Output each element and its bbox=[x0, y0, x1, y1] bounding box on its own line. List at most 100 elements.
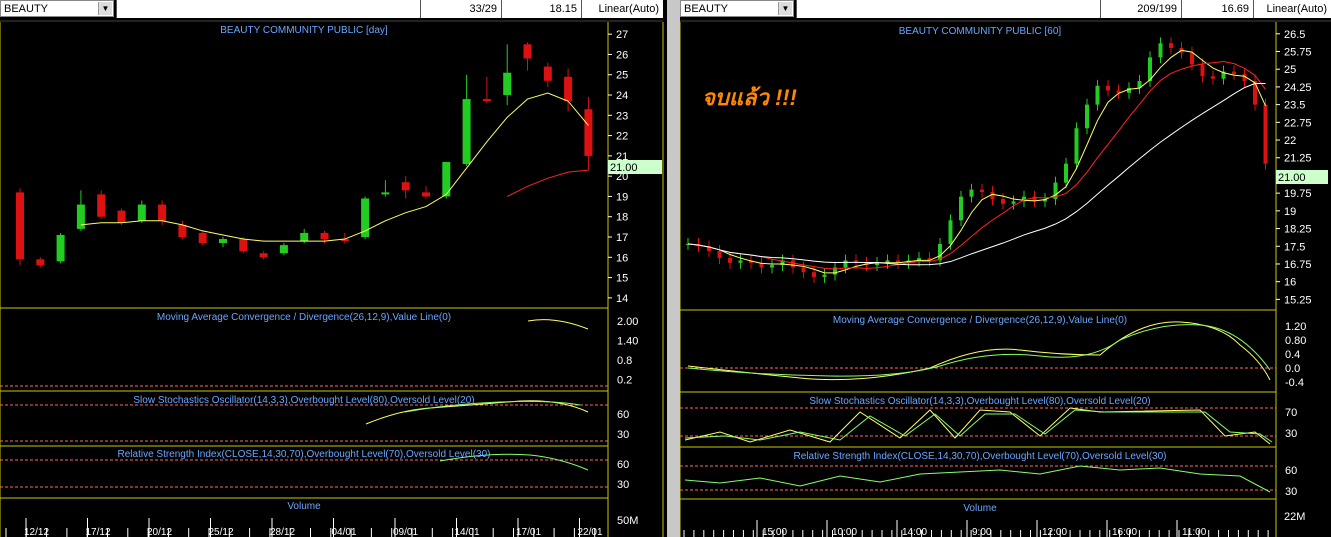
candle-body bbox=[843, 260, 848, 268]
candle-body bbox=[198, 232, 207, 244]
y-tick-label: 19 bbox=[616, 191, 628, 203]
candle-body bbox=[717, 250, 722, 259]
candle-body bbox=[1190, 52, 1194, 65]
macd-title: Moving Average Convergence / Divergence(… bbox=[157, 312, 451, 323]
stoch-tick-label: 70 bbox=[1285, 407, 1297, 419]
rsi-tick-label: 30 bbox=[1285, 486, 1297, 498]
candle-body bbox=[523, 44, 532, 59]
candle-body bbox=[401, 182, 410, 191]
x-tick-label: 14:00 bbox=[902, 527, 927, 537]
stoch-k-line bbox=[684, 407, 1271, 445]
candle-body bbox=[1263, 104, 1268, 164]
candle-body bbox=[259, 253, 268, 258]
candle-body bbox=[791, 260, 795, 268]
x-tick-label: 14/01 bbox=[455, 527, 480, 537]
price-tag-label: 21.00 bbox=[610, 162, 638, 174]
candle-body bbox=[1169, 43, 1173, 48]
y-tick-label: 17.5 bbox=[1284, 241, 1305, 253]
y-tick-label: 21.25 bbox=[1284, 153, 1312, 165]
y-tick-label: 15.25 bbox=[1284, 294, 1312, 306]
volume-tick-label: 22M bbox=[1284, 511, 1305, 523]
candle-body bbox=[117, 210, 126, 223]
candle-body bbox=[56, 234, 65, 262]
macd-tick-label: 0.2 bbox=[617, 375, 632, 387]
x-tick-label: 04/01 bbox=[332, 527, 357, 537]
candle-body bbox=[1095, 85, 1100, 105]
candle-body bbox=[1232, 71, 1236, 74]
candle-body bbox=[137, 204, 146, 221]
ma-long-line bbox=[687, 83, 1266, 266]
x-tick-label: 17/01 bbox=[516, 527, 541, 537]
candle-body bbox=[1085, 104, 1089, 129]
candle-body bbox=[97, 194, 106, 217]
candle-body bbox=[239, 239, 248, 252]
y-tick-label: 26 bbox=[616, 49, 628, 61]
x-tick-label: 11:00 bbox=[1182, 527, 1207, 537]
candle-body bbox=[422, 192, 430, 197]
candle-body bbox=[584, 109, 593, 156]
x-tick-label: 12/12 bbox=[24, 527, 49, 537]
macd-tick-label: -0.4 bbox=[1285, 377, 1304, 389]
candle-body bbox=[959, 196, 963, 221]
price-chart-title: BEAUTY COMMUNITY PUBLIC [day] bbox=[220, 25, 388, 36]
x-tick-label: 12:00 bbox=[1042, 527, 1067, 537]
candle-body bbox=[381, 192, 390, 195]
ma-fast-line bbox=[687, 49, 1266, 274]
y-tick-label: 23.5 bbox=[1284, 100, 1305, 112]
y-tick-label: 17 bbox=[616, 232, 628, 244]
stoch-tick-label: 30 bbox=[617, 429, 629, 441]
hourly-chart-svg[interactable]: 15.251616.7517.518.251919.7520.521.25222… bbox=[680, 0, 1331, 537]
rsi-title: Relative Strength Index(CLOSE,14,30,70),… bbox=[118, 449, 491, 460]
y-tick-label: 14 bbox=[616, 293, 628, 305]
candle-body bbox=[969, 189, 974, 197]
rsi-line bbox=[684, 465, 1271, 493]
y-tick-label: 19 bbox=[1284, 206, 1296, 218]
candle-body bbox=[1011, 201, 1016, 204]
candle-body bbox=[738, 260, 743, 263]
candle-body bbox=[812, 272, 816, 277]
candle-body bbox=[770, 265, 774, 268]
candle-body bbox=[543, 66, 552, 81]
y-tick-label: 22 bbox=[616, 131, 628, 143]
macd-tick-label: 1.40 bbox=[617, 336, 638, 348]
volume-tick-label: 50M bbox=[617, 515, 638, 527]
macd-line bbox=[527, 319, 589, 330]
macd-tick-label: 1.20 bbox=[1285, 321, 1306, 333]
rsi-tick-label: 60 bbox=[617, 459, 629, 471]
y-tick-label: 24.25 bbox=[1284, 82, 1312, 94]
annotation-text: จบแล้ว !!! bbox=[702, 85, 797, 110]
y-tick-label: 25.75 bbox=[1284, 47, 1312, 59]
candle-body bbox=[178, 224, 187, 238]
y-tick-label: 22 bbox=[1284, 135, 1296, 147]
y-tick-label: 27 bbox=[616, 29, 628, 41]
candle-body bbox=[320, 232, 329, 240]
candle-body bbox=[503, 72, 512, 96]
y-tick-label: 26.5 bbox=[1284, 29, 1305, 41]
y-tick-label: 18 bbox=[616, 212, 628, 224]
panel-separator[interactable] bbox=[667, 0, 680, 537]
hourly-chart-panel: BEAUTY ▼ 209/199 16.69 Linear(Auto) 15.2… bbox=[680, 0, 1331, 537]
x-tick-label: 22/01 bbox=[578, 527, 603, 537]
candle-body bbox=[1064, 163, 1068, 183]
stochastic-title: Slow Stochastics Oscillator(14,3,3),Over… bbox=[133, 395, 474, 406]
candle-body bbox=[948, 220, 953, 244]
macd-tick-label: 0.4 bbox=[1285, 349, 1300, 361]
y-tick-label: 19.75 bbox=[1284, 188, 1312, 200]
x-tick-label: 10:00 bbox=[832, 527, 857, 537]
ma-fast-line bbox=[80, 92, 589, 242]
price-tag-label: 21.00 bbox=[1278, 172, 1306, 184]
macd-line bbox=[687, 321, 1271, 381]
candle-body bbox=[564, 76, 573, 102]
macd-tick-label: 0.0 bbox=[1285, 363, 1300, 375]
y-tick-label: 25 bbox=[616, 70, 628, 82]
macd-tick-label: 0.80 bbox=[1285, 335, 1306, 347]
daily-chart-svg[interactable]: 141516171819202122232425262712/12 17/12 20… bbox=[0, 0, 667, 537]
y-tick-label: 25 bbox=[1284, 64, 1296, 76]
candle-body bbox=[482, 99, 491, 102]
candle-body bbox=[279, 245, 288, 254]
stoch-tick-label: 30 bbox=[1285, 428, 1297, 440]
candle-body bbox=[1074, 128, 1079, 164]
x-tick-label: 28/12 bbox=[270, 527, 295, 537]
candle-body bbox=[1211, 76, 1215, 79]
x-tick-label: 25/12 bbox=[209, 527, 234, 537]
